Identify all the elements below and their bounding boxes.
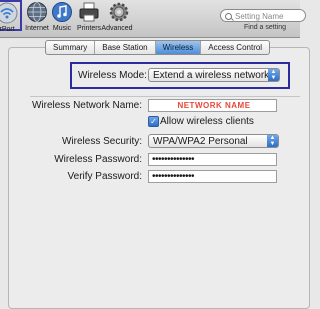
network-name-field[interactable]: NETWORK NAME: [148, 99, 277, 112]
airport-icon: [0, 2, 18, 24]
divider: [30, 96, 300, 97]
music-icon: [52, 2, 72, 22]
security-label: Wireless Security:: [61, 136, 142, 147]
toolbar: AirPort Internet Music Printers: [0, 0, 306, 38]
network-name-label: Wireless Network Name:: [31, 100, 142, 111]
wireless-mode-label: Wireless Mode:: [78, 70, 147, 81]
security-popup[interactable]: WPA/WPA2 Personal ▲ ▼: [148, 134, 279, 148]
globe-icon: [27, 2, 47, 22]
toolbar-music[interactable]: Music: [47, 1, 77, 33]
gear-icon: [109, 2, 129, 22]
verify-password-field[interactable]: ••••••••••••••: [148, 170, 277, 183]
security-value: WPA/WPA2 Personal: [153, 136, 248, 147]
password-field[interactable]: ••••••••••••••: [148, 153, 277, 166]
tab-bar: Summary Base Station Wireless Access Con…: [45, 40, 271, 55]
tab-base-station[interactable]: Base Station: [95, 41, 156, 54]
tab-summary[interactable]: Summary: [46, 41, 96, 54]
search-icon: [225, 13, 232, 20]
toolbar-label-airport: AirPort: [0, 26, 15, 33]
allow-clients-checkbox[interactable]: ✓: [148, 116, 159, 127]
tab-access-control[interactable]: Access Control: [201, 41, 269, 54]
tab-wireless[interactable]: Wireless: [155, 41, 202, 54]
popup-arrows-icon: ▲ ▼: [267, 135, 278, 147]
search-input[interactable]: Setting Name: [220, 9, 306, 22]
allow-clients-label: Allow wireless clients: [160, 116, 254, 127]
verify-password-label: Verify Password:: [67, 171, 142, 182]
wireless-mode-value: Extend a wireless network: [153, 70, 270, 81]
find-setting-label: Find a setting: [244, 24, 287, 31]
toolbar-label-advanced: Advanced: [101, 25, 133, 32]
toolbar-advanced[interactable]: Advanced: [101, 1, 134, 33]
popup-arrows-icon: ▲ ▼: [268, 69, 279, 81]
password-label: Wireless Password:: [54, 154, 142, 165]
wireless-mode-popup[interactable]: Extend a wireless network ▲ ▼: [148, 68, 280, 82]
toolbar-label-music: Music: [52, 25, 72, 32]
toolbar-airport[interactable]: AirPort: [0, 0, 22, 33]
search-placeholder: Setting Name: [235, 12, 284, 21]
printer-icon: [79, 2, 99, 22]
